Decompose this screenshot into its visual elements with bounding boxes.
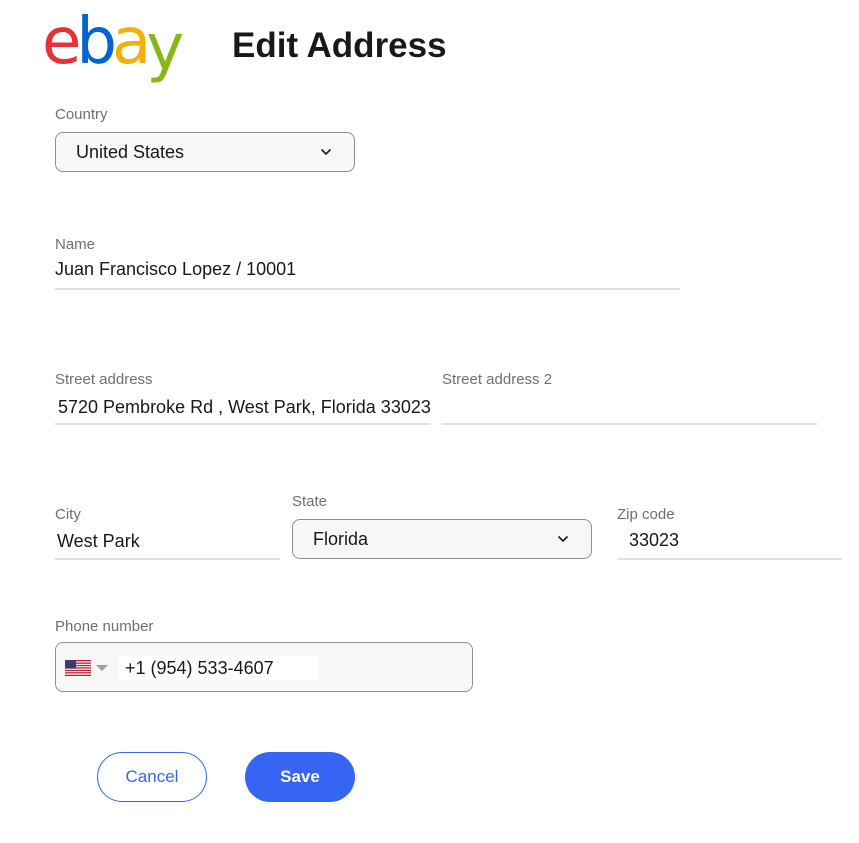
name-label: Name xyxy=(55,236,96,253)
logo-letter-b: b xyxy=(76,5,117,79)
ebay-logo[interactable]: ebay xyxy=(42,4,184,80)
phone-number-container: +1 (954) 533-4607 xyxy=(55,642,473,692)
country-label: Country xyxy=(55,106,108,123)
chevron-down-icon xyxy=(320,148,332,156)
street-address-2-field[interactable] xyxy=(442,397,817,425)
phone-country-selector[interactable] xyxy=(65,660,108,676)
caret-down-icon xyxy=(96,665,108,671)
state-label: State xyxy=(292,493,328,510)
logo-letter-y: y xyxy=(146,11,184,85)
save-button[interactable]: Save xyxy=(245,752,355,802)
us-flag-icon xyxy=(65,660,91,676)
chevron-down-icon xyxy=(557,535,569,543)
city-label: City xyxy=(55,506,81,523)
phone-number-label: Phone number xyxy=(55,618,154,635)
city-field[interactable]: West Park xyxy=(55,531,280,560)
street-address-label: Street address xyxy=(55,371,153,388)
logo-letter-a: a xyxy=(112,5,151,79)
country-value: United States xyxy=(76,141,185,162)
street-address-field[interactable]: 5720 Pembroke Rd , West Park, Florida 33… xyxy=(55,397,431,425)
name-field[interactable]: Juan Francisco Lopez / 10001 xyxy=(55,259,680,290)
zip-code-field[interactable]: 33023 xyxy=(617,530,842,560)
zip-code-label: Zip code xyxy=(617,506,675,523)
logo-letter-e: e xyxy=(42,5,81,79)
phone-number-input[interactable]: +1 (954) 533-4607 xyxy=(118,656,319,680)
state-select[interactable]: Florida xyxy=(292,519,592,559)
page-title: Edit Address xyxy=(232,26,447,65)
state-value: Florida xyxy=(313,528,369,549)
street-address-2-label: Street address 2 xyxy=(442,371,553,388)
cancel-button[interactable]: Cancel xyxy=(97,752,207,802)
country-select[interactable]: United States xyxy=(55,132,355,172)
